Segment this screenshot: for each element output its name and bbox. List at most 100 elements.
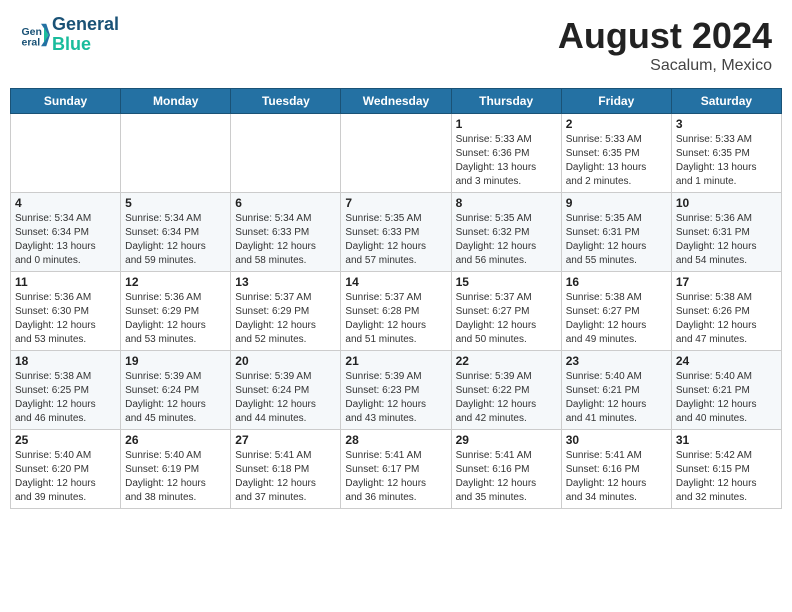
day-info: Sunrise: 5:36 AM Sunset: 6:29 PM Dayligh… — [125, 292, 206, 345]
day-number: 22 — [456, 354, 557, 368]
calendar-day-cell: 1 Sunrise: 5:33 AM Sunset: 6:36 PM Daylig… — [451, 114, 561, 193]
day-info: Sunrise: 5:38 AM Sunset: 6:27 PM Dayligh… — [566, 292, 647, 345]
day-of-week-header: Saturday — [671, 89, 781, 114]
calendar-day-cell: 8Sunrise: 5:35 AM Sunset: 6:32 PM Daylig… — [451, 193, 561, 272]
day-info: Sunrise: 5:35 AM Sunset: 6:31 PM Dayligh… — [566, 213, 647, 266]
day-number: 13 — [235, 275, 336, 289]
day-number: 11 — [15, 275, 116, 289]
day-number: 28 — [345, 433, 446, 447]
calendar-day-cell: 22 Sunrise: 5:39 AM Sunset: 6:22 PM Dayli… — [451, 351, 561, 430]
calendar-day-cell: 6 Sunrise: 5:34 AM Sunset: 6:33 PM Daylig… — [231, 193, 341, 272]
day-info: Sunrise: 5:34 AM Sunset: 6:34 PM Dayligh… — [15, 213, 96, 266]
day-number: 6 — [235, 196, 336, 210]
calendar-day-cell: 29 Sunrise: 5:41 AM Sunset: 6:16 PM Dayli… — [451, 430, 561, 509]
day-of-week-header: Monday — [121, 89, 231, 114]
calendar-week-row: 18 Sunrise: 5:38 AM Sunset: 6:25 PM Dayli… — [11, 351, 782, 430]
calendar-week-row: 25 Sunrise: 5:40 AM Sunset: 6:20 PM Dayli… — [11, 430, 782, 509]
calendar-day-cell: 16 Sunrise: 5:38 AM Sunset: 6:27 PM Dayli… — [561, 272, 671, 351]
day-of-week-header: Sunday — [11, 89, 121, 114]
logo-text-line2: Blue — [52, 35, 119, 55]
calendar-day-cell: 11 Sunrise: 5:36 AM Sunset: 6:30 PM Dayli… — [11, 272, 121, 351]
day-number: 19 — [125, 354, 226, 368]
day-number: 10 — [676, 196, 777, 210]
day-info: Sunrise: 5:41 AM Sunset: 6:16 PM Dayligh… — [566, 450, 647, 503]
calendar-day-cell: 19 Sunrise: 5:39 AM Sunset: 6:24 PM Dayli… — [121, 351, 231, 430]
logo-icon: Gen eral — [20, 20, 50, 50]
day-info: Sunrise: 5:41 AM Sunset: 6:17 PM Dayligh… — [345, 450, 426, 503]
calendar-day-cell: 31Sunrise: 5:42 AM Sunset: 6:15 PM Dayli… — [671, 430, 781, 509]
calendar-day-cell: 3Sunrise: 5:33 AM Sunset: 6:35 PM Daylig… — [671, 114, 781, 193]
location: Sacalum, Mexico — [558, 57, 772, 75]
calendar-day-cell: 15 Sunrise: 5:37 AM Sunset: 6:27 PM Dayli… — [451, 272, 561, 351]
day-info: Sunrise: 5:38 AM Sunset: 6:25 PM Dayligh… — [15, 371, 96, 424]
calendar-day-cell: 14 Sunrise: 5:37 AM Sunset: 6:28 PM Dayli… — [341, 272, 451, 351]
day-number: 24 — [676, 354, 777, 368]
calendar-day-cell: 21 Sunrise: 5:39 AM Sunset: 6:23 PM Dayli… — [341, 351, 451, 430]
calendar-day-cell — [231, 114, 341, 193]
calendar-day-cell — [341, 114, 451, 193]
day-info: Sunrise: 5:33 AM Sunset: 6:35 PM Dayligh… — [566, 134, 647, 187]
day-number: 29 — [456, 433, 557, 447]
day-info: Sunrise: 5:35 AM Sunset: 6:32 PM Dayligh… — [456, 213, 537, 266]
calendar-day-cell: 27 Sunrise: 5:41 AM Sunset: 6:18 PM Dayli… — [231, 430, 341, 509]
day-number: 21 — [345, 354, 446, 368]
day-info: Sunrise: 5:40 AM Sunset: 6:20 PM Dayligh… — [15, 450, 96, 503]
day-number: 15 — [456, 275, 557, 289]
month-year: August 2024 — [558, 15, 772, 57]
day-number: 5 — [125, 196, 226, 210]
calendar-day-cell: 23 Sunrise: 5:40 AM Sunset: 6:21 PM Dayli… — [561, 351, 671, 430]
calendar-day-cell: 18 Sunrise: 5:38 AM Sunset: 6:25 PM Dayli… — [11, 351, 121, 430]
day-info: Sunrise: 5:41 AM Sunset: 6:18 PM Dayligh… — [235, 450, 316, 503]
day-info: Sunrise: 5:36 AM Sunset: 6:30 PM Dayligh… — [15, 292, 96, 345]
day-info: Sunrise: 5:39 AM Sunset: 6:22 PM Dayligh… — [456, 371, 537, 424]
calendar-day-cell: 24 Sunrise: 5:40 AM Sunset: 6:21 PM Dayli… — [671, 351, 781, 430]
day-number: 14 — [345, 275, 446, 289]
day-number: 1 — [456, 117, 557, 131]
day-info: Sunrise: 5:37 AM Sunset: 6:27 PM Dayligh… — [456, 292, 537, 345]
day-number: 3 — [676, 117, 777, 131]
day-number: 23 — [566, 354, 667, 368]
title-block: August 2024 Sacalum, Mexico — [558, 15, 772, 75]
logo: Gen eral General Blue — [20, 15, 119, 55]
day-number: 7 — [345, 196, 446, 210]
day-info: Sunrise: 5:33 AM Sunset: 6:36 PM Dayligh… — [456, 134, 537, 187]
day-number: 30 — [566, 433, 667, 447]
day-of-week-header: Thursday — [451, 89, 561, 114]
day-of-week-header: Tuesday — [231, 89, 341, 114]
day-info: Sunrise: 5:34 AM Sunset: 6:33 PM Dayligh… — [235, 213, 316, 266]
calendar-day-cell: 20Sunrise: 5:39 AM Sunset: 6:24 PM Dayli… — [231, 351, 341, 430]
day-info: Sunrise: 5:38 AM Sunset: 6:26 PM Dayligh… — [676, 292, 757, 345]
day-number: 26 — [125, 433, 226, 447]
calendar-day-cell: 4 Sunrise: 5:34 AM Sunset: 6:34 PM Daylig… — [11, 193, 121, 272]
logo-text-line1: General — [52, 15, 119, 35]
calendar-week-row: 4 Sunrise: 5:34 AM Sunset: 6:34 PM Daylig… — [11, 193, 782, 272]
day-of-week-header: Wednesday — [341, 89, 451, 114]
day-info: Sunrise: 5:40 AM Sunset: 6:21 PM Dayligh… — [676, 371, 757, 424]
day-info: Sunrise: 5:40 AM Sunset: 6:21 PM Dayligh… — [566, 371, 647, 424]
day-number: 17 — [676, 275, 777, 289]
day-info: Sunrise: 5:39 AM Sunset: 6:24 PM Dayligh… — [125, 371, 206, 424]
day-info: Sunrise: 5:39 AM Sunset: 6:23 PM Dayligh… — [345, 371, 426, 424]
calendar-day-cell: 7 Sunrise: 5:35 AM Sunset: 6:33 PM Daylig… — [341, 193, 451, 272]
calendar-day-cell — [11, 114, 121, 193]
calendar-day-cell: 10Sunrise: 5:36 AM Sunset: 6:31 PM Dayli… — [671, 193, 781, 272]
calendar-week-row: 1 Sunrise: 5:33 AM Sunset: 6:36 PM Daylig… — [11, 114, 782, 193]
calendar-day-cell: 12Sunrise: 5:36 AM Sunset: 6:29 PM Dayli… — [121, 272, 231, 351]
calendar-day-cell: 17 Sunrise: 5:38 AM Sunset: 6:26 PM Dayli… — [671, 272, 781, 351]
calendar-day-cell: 26Sunrise: 5:40 AM Sunset: 6:19 PM Dayli… — [121, 430, 231, 509]
day-number: 18 — [15, 354, 116, 368]
calendar-day-cell: 13Sunrise: 5:37 AM Sunset: 6:29 PM Dayli… — [231, 272, 341, 351]
day-info: Sunrise: 5:35 AM Sunset: 6:33 PM Dayligh… — [345, 213, 426, 266]
day-number: 31 — [676, 433, 777, 447]
day-number: 16 — [566, 275, 667, 289]
calendar-day-cell: 30 Sunrise: 5:41 AM Sunset: 6:16 PM Dayli… — [561, 430, 671, 509]
day-number: 27 — [235, 433, 336, 447]
calendar-day-cell: 9 Sunrise: 5:35 AM Sunset: 6:31 PM Daylig… — [561, 193, 671, 272]
day-number: 9 — [566, 196, 667, 210]
calendar-day-cell: 25 Sunrise: 5:40 AM Sunset: 6:20 PM Dayli… — [11, 430, 121, 509]
day-info: Sunrise: 5:37 AM Sunset: 6:28 PM Dayligh… — [345, 292, 426, 345]
day-number: 25 — [15, 433, 116, 447]
page-header: Gen eral General Blue August 2024 Sacalu… — [10, 10, 782, 80]
day-info: Sunrise: 5:41 AM Sunset: 6:16 PM Dayligh… — [456, 450, 537, 503]
day-number: 4 — [15, 196, 116, 210]
